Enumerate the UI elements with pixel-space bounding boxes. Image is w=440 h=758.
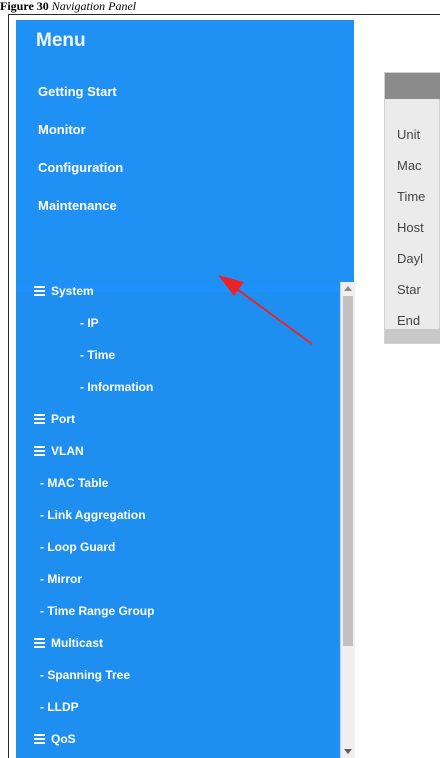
tree-item-label: Multicast <box>51 636 104 650</box>
expand-icon[interactable] <box>34 638 45 648</box>
expand-icon[interactable] <box>34 286 45 296</box>
tree-item-link-aggregation[interactable]: - Link Aggregation <box>40 508 146 522</box>
caption-prefix: Figure 30 <box>0 0 49 13</box>
panel-header <box>385 73 440 99</box>
panel-row-end: End <box>397 313 421 328</box>
navigation-panel: Menu Getting Start Monitor Configuration… <box>16 20 355 758</box>
tree-item-vlan[interactable]: VLAN <box>34 444 84 458</box>
tree-item-spanning-tree[interactable]: - Spanning Tree <box>40 668 130 682</box>
expand-icon[interactable] <box>34 734 45 744</box>
tree-item-label: System <box>51 284 94 298</box>
tree-item-label: QoS <box>51 732 76 746</box>
panel-footer <box>385 329 440 343</box>
tree-item-information[interactable]: - Information <box>80 380 153 394</box>
expand-icon[interactable] <box>34 414 45 424</box>
panel-row-daylight: Dayl <box>397 251 424 266</box>
tree-item-label: VLAN <box>51 444 84 458</box>
tree-item-multicast[interactable]: Multicast <box>34 636 103 650</box>
panel-row-time: Time <box>397 189 426 204</box>
tree-item-label: - LLDP <box>40 700 79 714</box>
menu-link-maintenance[interactable]: Maintenance <box>38 198 117 213</box>
tree-item-label: Port <box>51 412 75 426</box>
right-content-panel: Unit Mac Time Host Dayl Star End <box>384 72 440 344</box>
panel-row-host: Host <box>397 220 424 235</box>
tree-item-label: - Spanning Tree <box>40 668 131 682</box>
tree-item-label: - MAC Table <box>40 476 109 490</box>
scroll-down-icon[interactable] <box>344 749 352 754</box>
scrollbar[interactable] <box>340 282 355 758</box>
tree-item-system[interactable]: System <box>34 284 94 298</box>
menu-link-getting-start[interactable]: Getting Start <box>38 84 117 99</box>
tree-item-label: - Link Aggregation <box>40 508 146 522</box>
tree-item-label: - Time <box>80 348 116 362</box>
tree-item-label: - Time Range Group <box>40 604 155 618</box>
tree-item-label: - Information <box>80 380 154 394</box>
tree-item-port[interactable]: Port <box>34 412 75 426</box>
tree-item-qos[interactable]: QoS <box>34 732 76 746</box>
caption-text: Navigation Panel <box>51 0 137 13</box>
tree-item-label: - IP <box>80 316 99 330</box>
expand-icon[interactable] <box>34 446 45 456</box>
tree-item-label: - Loop Guard <box>40 540 116 554</box>
panel-row-unit: Unit <box>397 127 421 142</box>
tree-item-time-range-group[interactable]: - Time Range Group <box>40 604 154 618</box>
tree-item-time[interactable]: - Time <box>80 348 115 362</box>
panel-row-start: Star <box>397 282 421 297</box>
panel-row-mac: Mac <box>397 158 422 173</box>
tree-item-label: - Mirror <box>40 572 82 586</box>
tree-item-mirror[interactable]: - Mirror <box>40 572 82 586</box>
tree-item-lldp[interactable]: - LLDP <box>40 700 79 714</box>
menu-link-monitor[interactable]: Monitor <box>38 122 86 137</box>
scrollbar-thumb[interactable] <box>343 296 353 646</box>
tree-item-loop-guard[interactable]: - Loop Guard <box>40 540 115 554</box>
scroll-up-icon[interactable] <box>344 286 352 291</box>
menu-link-configuration[interactable]: Configuration <box>38 160 123 175</box>
tree-item-ip[interactable]: - IP <box>80 316 99 330</box>
menu-header: Menu Getting Start Monitor Configuration… <box>16 20 354 286</box>
navigation-tree: System - IP - Time - Information Port VLAN - M… <box>16 284 338 758</box>
tree-item-mac-table[interactable]: - MAC Table <box>40 476 108 490</box>
menu-title: Menu <box>36 30 86 51</box>
